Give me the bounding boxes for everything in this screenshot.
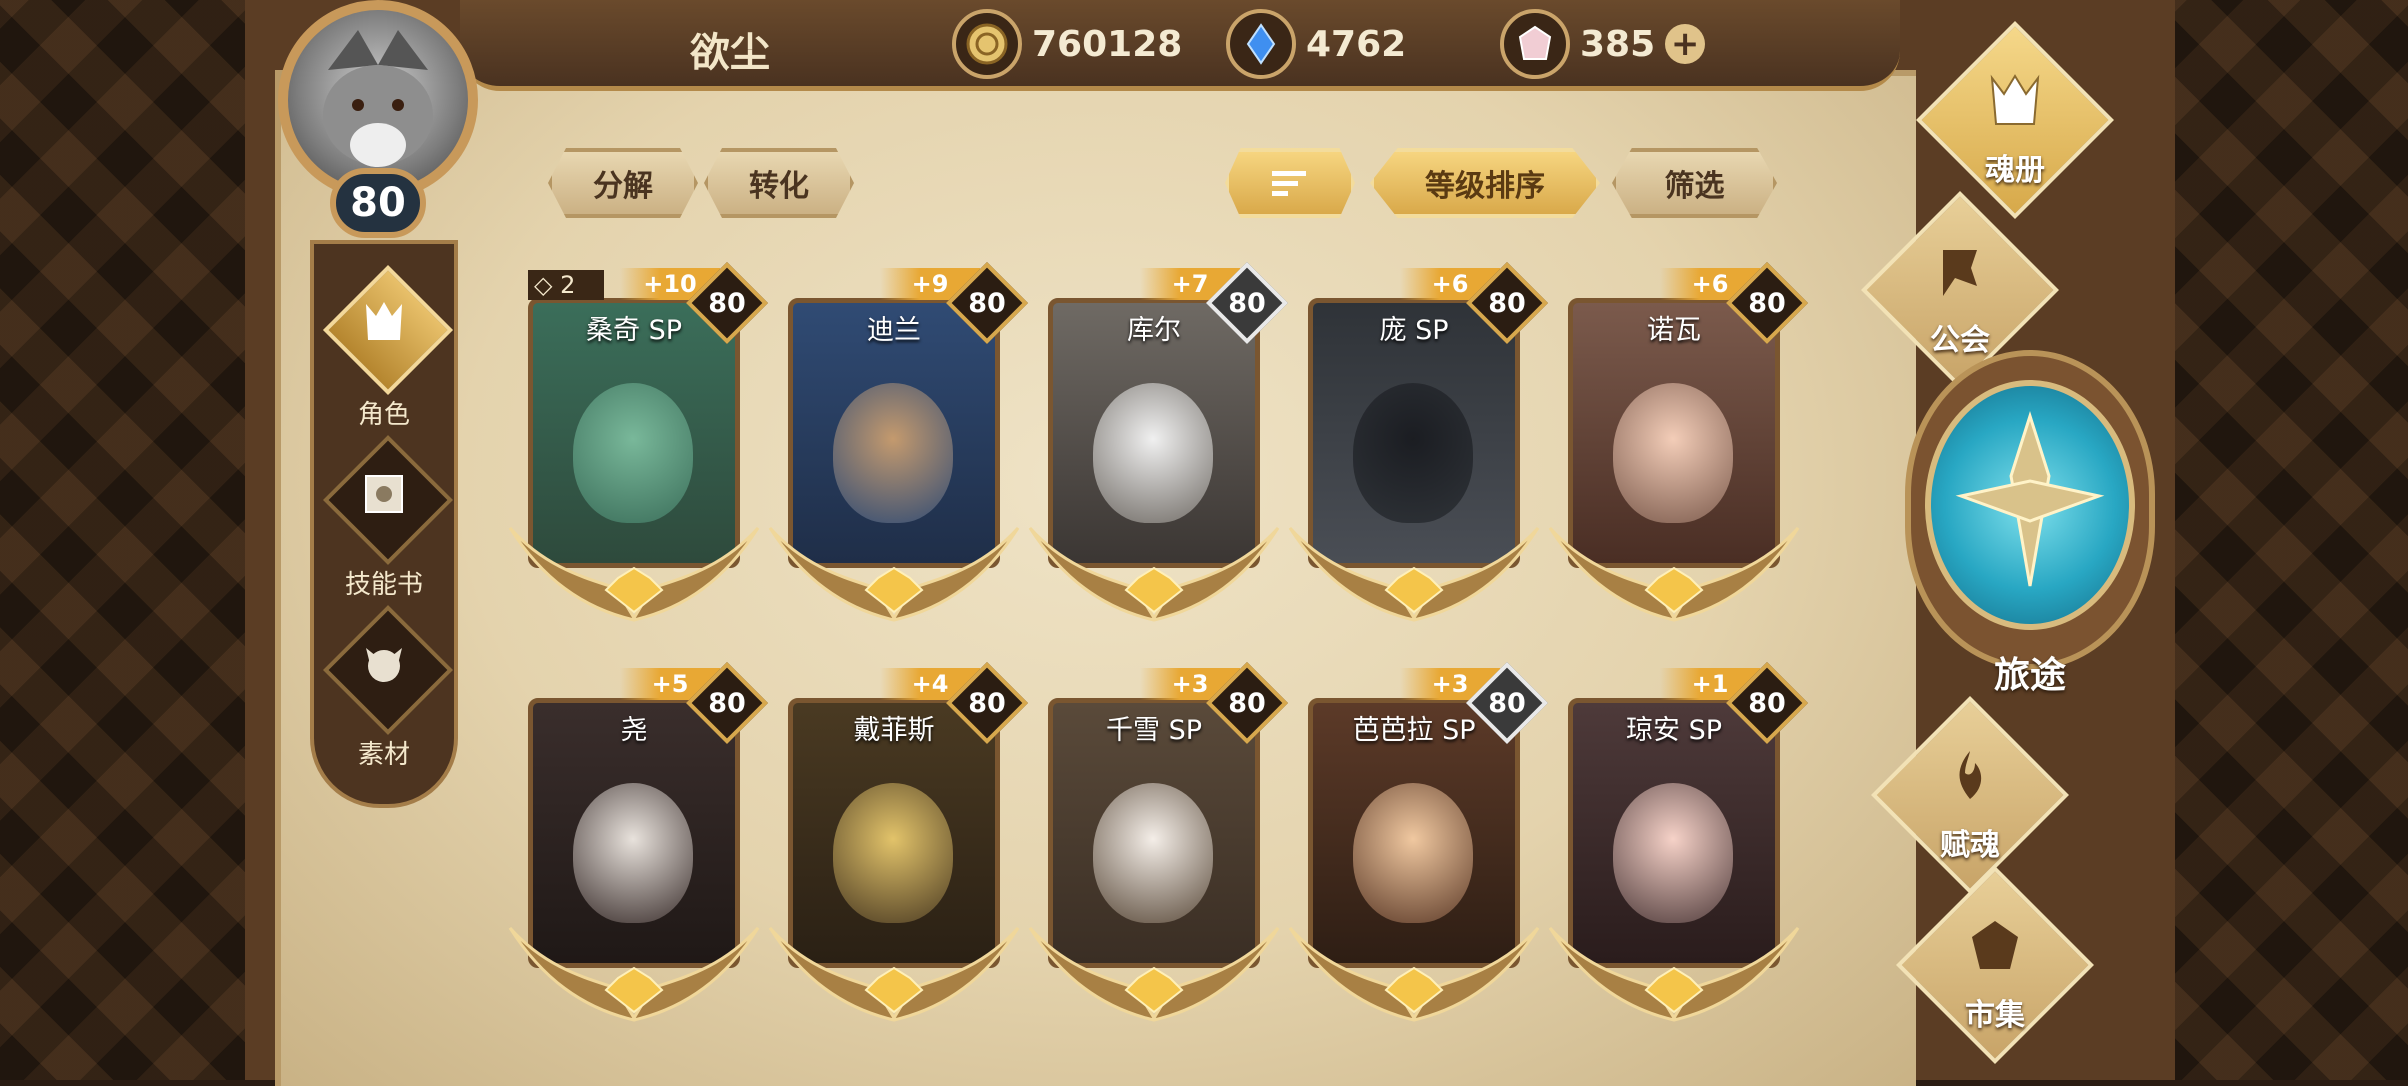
material-beast-icon [354, 634, 414, 694]
filter-button[interactable]: 筛选 [1612, 148, 1777, 218]
rank-wings-icon [768, 926, 1020, 1022]
right-nav-journey[interactable]: 旅途 [1905, 350, 2165, 696]
rank-wings-icon [1288, 926, 1540, 1022]
character-helm-icon [354, 294, 414, 354]
character-card[interactable]: ◇ 2 +10 80 桑奇 SP [508, 261, 769, 648]
character-card[interactable]: +4 80 戴菲斯 [768, 661, 1029, 1048]
rank-tag: ◇ 2 [528, 270, 604, 300]
player-avatar-badge[interactable]: 80 [240, 0, 520, 240]
card-level-text: 80 [968, 688, 1006, 719]
card-level-text: 80 [1488, 688, 1526, 719]
soul-flame-icon [1930, 743, 2010, 813]
character-card[interactable]: +5 80 尧 [508, 661, 769, 1048]
left-nav: 角色 技能书 素材 [310, 240, 458, 808]
nav-item-material[interactable]: 素材 [314, 604, 454, 784]
card-level-text: 80 [1748, 688, 1786, 719]
convert-button[interactable]: 转化 [704, 148, 854, 218]
rank-wings-icon [768, 526, 1020, 622]
player-level-badge: 80 [330, 168, 426, 238]
gold-coin-icon [952, 9, 1022, 79]
card-level-text: 80 [1228, 288, 1266, 319]
gold-value: 760128 [1032, 23, 1183, 65]
decompose-button[interactable]: 分解 [548, 148, 698, 218]
left-border-decoration [0, 0, 250, 1080]
sort-by-level-button[interactable]: 等级排序 [1370, 148, 1600, 218]
rank-wings-icon [508, 926, 760, 1022]
wolf-portrait-icon [323, 30, 433, 167]
character-card[interactable]: +3 80 芭芭拉 SP [1288, 661, 1549, 1048]
card-level-text: 80 [1488, 288, 1526, 319]
nav-label-character: 角色 [357, 400, 410, 430]
crystal-resource: 4762 [1226, 9, 1407, 79]
guild-banner-icon [1920, 238, 2000, 308]
right-nav-label-journey: 旅途 [1993, 655, 2066, 696]
rank-wings-icon [1028, 926, 1280, 1022]
crystal-value: 4762 [1306, 23, 1407, 65]
rank-wings-icon [1548, 526, 1800, 622]
skill-book-icon [354, 464, 414, 524]
blue-crystal-icon [1226, 9, 1296, 79]
right-nav-soul-infuse[interactable]: 赋魂 [1870, 696, 2070, 894]
gem-value: 385 [1580, 23, 1656, 65]
rank-wings-icon [508, 526, 760, 622]
character-card[interactable]: +6 80 庞 SP [1288, 261, 1549, 648]
character-card[interactable]: +1 80 琼安 SP [1548, 661, 1809, 1048]
right-nav-label-soul-book: 魂册 [1985, 153, 2045, 188]
right-border-decoration [2160, 0, 2408, 1080]
gold-resource: 760128 [952, 9, 1183, 79]
player-name: 欲尘 [690, 30, 770, 76]
sort-order-button[interactable] [1225, 148, 1355, 218]
character-card[interactable]: +6 80 诺瓦 [1548, 261, 1809, 648]
rank-wings-icon [1028, 526, 1280, 622]
card-level-text: 80 [708, 288, 746, 319]
character-card[interactable]: +7 80 库尔 [1028, 261, 1289, 648]
journey-emblem-icon [1925, 380, 2135, 630]
card-level-text: 80 [1748, 288, 1786, 319]
right-nav-label-market: 市集 [1965, 998, 2025, 1033]
nav-item-character[interactable]: 角色 [314, 264, 454, 444]
market-gem-icon [1955, 913, 2035, 983]
right-nav-market[interactable]: 市集 [1895, 866, 2095, 1064]
add-gem-button[interactable]: + [1665, 24, 1706, 64]
character-card[interactable]: +3 80 千雪 SP [1028, 661, 1289, 1048]
card-level-text: 80 [1228, 688, 1266, 719]
right-nav-soul-book[interactable]: 魂册 [1915, 21, 2115, 219]
character-card[interactable]: +9 80 迪兰 [768, 261, 1029, 648]
right-nav-label-soul-infuse: 赋魂 [1940, 828, 2000, 863]
rank-wings-icon [1288, 526, 1540, 622]
card-level-text: 80 [968, 288, 1006, 319]
card-level-text: 80 [708, 688, 746, 719]
gem-resource: 385 + [1500, 9, 1706, 79]
pink-gem-icon [1500, 9, 1570, 79]
soul-book-icon [1975, 68, 2055, 138]
nav-label-material: 素材 [357, 740, 410, 770]
nav-item-skill-book[interactable]: 技能书 [314, 434, 454, 614]
nav-label-skill-book: 技能书 [344, 570, 423, 600]
sort-lines-icon [1272, 171, 1306, 196]
rank-wings-icon [1548, 926, 1800, 1022]
